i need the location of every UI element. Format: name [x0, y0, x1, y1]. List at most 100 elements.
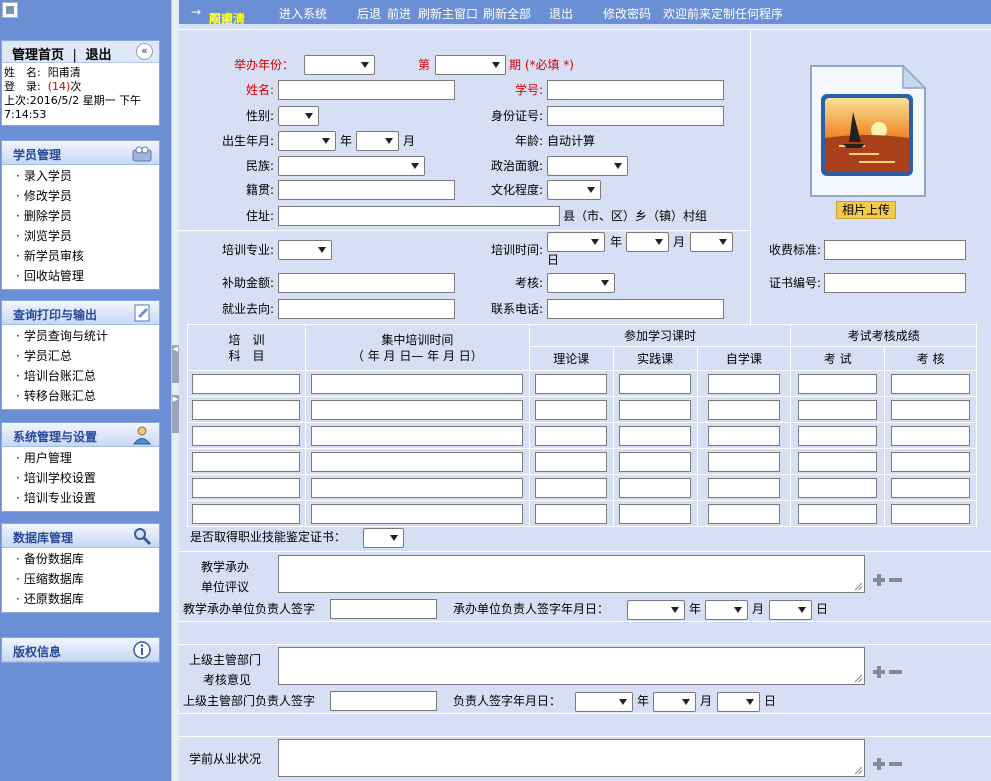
- menu-item-major-settings[interactable]: 培训专业设置: [2, 488, 159, 508]
- menu-item-training-ledger[interactable]: 培训台账汇总: [2, 366, 159, 386]
- menu-item-add-student[interactable]: 录入学员: [2, 166, 159, 186]
- subject-input[interactable]: [192, 373, 301, 394]
- employment-input[interactable]: [278, 299, 455, 319]
- address-input[interactable]: [278, 206, 560, 226]
- train-time-input[interactable]: [311, 373, 524, 394]
- train-time-input[interactable]: [311, 425, 524, 446]
- dept-sign-input[interactable]: [330, 691, 437, 711]
- menu-item-student-summary[interactable]: 学员汇总: [2, 346, 159, 366]
- dept-eval-textarea[interactable]: [278, 647, 865, 685]
- customize-link[interactable]: 欢迎前来定制任何程序: [663, 5, 783, 22]
- birth-month-select[interactable]: [356, 131, 399, 151]
- political-select[interactable]: [547, 156, 628, 176]
- refresh-main-link[interactable]: 刷新主窗口: [418, 5, 478, 22]
- theory-hours-input[interactable]: [535, 477, 608, 498]
- collapse-sidebar-button[interactable]: «: [136, 43, 153, 60]
- subject-input[interactable]: [192, 451, 301, 472]
- menu-header[interactable]: 系统管理与设置: [2, 423, 159, 447]
- year-select[interactable]: [304, 55, 375, 75]
- self-hours-input[interactable]: [707, 503, 780, 524]
- dept-year-select[interactable]: [575, 692, 633, 712]
- subsidy-input[interactable]: [278, 273, 455, 293]
- plus-icon[interactable]: [872, 665, 886, 679]
- menu-item-compact-db[interactable]: 压缩数据库: [2, 569, 159, 589]
- assess-score-input[interactable]: [891, 373, 971, 394]
- phone-input[interactable]: [547, 299, 724, 319]
- exit-link[interactable]: 退出: [85, 48, 111, 63]
- self-hours-input[interactable]: [707, 451, 780, 472]
- assess-score-input[interactable]: [891, 503, 971, 524]
- photo-upload-button[interactable]: 相片上传: [836, 201, 896, 219]
- menu-item-browse-student[interactable]: 浏览学员: [2, 226, 159, 246]
- menu-header[interactable]: 版权信息: [2, 638, 159, 662]
- menu-item-review-student[interactable]: 新学员审核: [2, 246, 159, 266]
- subject-input[interactable]: [192, 503, 301, 524]
- menu-item-backup-db[interactable]: 备份数据库: [2, 549, 159, 569]
- name-input[interactable]: [278, 80, 455, 100]
- menu-item-transfer-ledger[interactable]: 转移台账汇总: [2, 386, 159, 406]
- train-time-input[interactable]: [311, 451, 524, 472]
- native-input[interactable]: [278, 180, 455, 200]
- id-input[interactable]: [547, 106, 724, 126]
- menu-item-restore-db[interactable]: 还原数据库: [2, 589, 159, 609]
- exam-score-input[interactable]: [798, 451, 878, 472]
- ethnic-select[interactable]: [278, 156, 425, 176]
- train-day-select[interactable]: [690, 232, 733, 252]
- logout-link[interactable]: 退出: [549, 5, 573, 22]
- menu-item-school-settings[interactable]: 培训学校设置: [2, 468, 159, 488]
- minus-icon[interactable]: [889, 578, 902, 582]
- train-time-input[interactable]: [311, 477, 524, 498]
- assess-score-input[interactable]: [891, 399, 971, 420]
- education-select[interactable]: [547, 180, 601, 200]
- exam-score-input[interactable]: [798, 477, 878, 498]
- train-time-input[interactable]: [311, 399, 524, 420]
- exam-score-input[interactable]: [798, 503, 878, 524]
- menu-item-delete-student[interactable]: 删除学员: [2, 206, 159, 226]
- exam-select[interactable]: [547, 273, 615, 293]
- menu-header[interactable]: 数据库管理: [2, 524, 159, 548]
- theory-hours-input[interactable]: [535, 425, 608, 446]
- theory-hours-input[interactable]: [535, 373, 608, 394]
- train-month-select[interactable]: [626, 232, 669, 252]
- forward-link[interactable]: 前进: [387, 5, 411, 22]
- change-password-link[interactable]: 修改密码: [603, 5, 651, 22]
- train-year-select[interactable]: [547, 232, 605, 252]
- minus-icon[interactable]: [889, 670, 902, 674]
- school-year-select[interactable]: [627, 600, 685, 620]
- menu-item-user-management[interactable]: 用户管理: [2, 448, 159, 468]
- splitter-grip-right[interactable]: ▶: [172, 395, 179, 433]
- practice-hours-input[interactable]: [619, 503, 692, 524]
- self-hours-input[interactable]: [707, 373, 780, 394]
- exam-score-input[interactable]: [798, 425, 878, 446]
- birth-year-select[interactable]: [278, 131, 336, 151]
- self-hours-input[interactable]: [707, 477, 780, 498]
- school-eval-textarea[interactable]: [278, 555, 865, 593]
- theory-hours-input[interactable]: [535, 503, 608, 524]
- student-no-input[interactable]: [547, 80, 724, 100]
- period-select[interactable]: [435, 55, 506, 75]
- plus-icon[interactable]: [872, 573, 886, 587]
- dept-day-select[interactable]: [717, 692, 760, 712]
- train-time-input[interactable]: [311, 503, 524, 524]
- practice-hours-input[interactable]: [619, 399, 692, 420]
- school-month-select[interactable]: [705, 600, 748, 620]
- menu-header[interactable]: 学员管理: [2, 141, 159, 165]
- practice-hours-input[interactable]: [619, 451, 692, 472]
- sidebar-splitter[interactable]: ◀ ▶: [171, 0, 179, 781]
- practice-hours-input[interactable]: [619, 477, 692, 498]
- school-sign-input[interactable]: [330, 599, 437, 619]
- assess-score-input[interactable]: [891, 451, 971, 472]
- plus-icon[interactable]: [872, 757, 886, 771]
- subject-input[interactable]: [192, 425, 301, 446]
- refresh-all-link[interactable]: 刷新全部: [483, 5, 531, 22]
- splitter-grip-left[interactable]: ◀: [172, 345, 179, 383]
- cert-no-input[interactable]: [824, 273, 966, 293]
- cert-obtained-select[interactable]: [363, 528, 404, 548]
- menu-header[interactable]: 查询打印与输出: [2, 301, 159, 325]
- prior-job-textarea[interactable]: [278, 739, 865, 777]
- theory-hours-input[interactable]: [535, 399, 608, 420]
- practice-hours-input[interactable]: [619, 373, 692, 394]
- practice-hours-input[interactable]: [619, 425, 692, 446]
- fee-input[interactable]: [824, 240, 966, 260]
- minus-icon[interactable]: [889, 762, 902, 766]
